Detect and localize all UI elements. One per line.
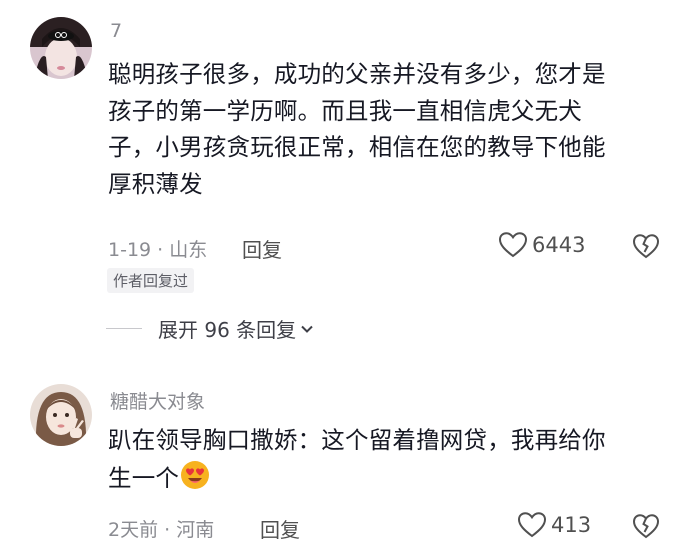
heart-icon bbox=[498, 232, 528, 258]
like-button[interactable]: 413 bbox=[517, 511, 591, 539]
comment-line: 趴在领导胸口撒娇：这个留着撸网贷，我再给你 bbox=[108, 426, 606, 454]
comment-line: 聪明孩子很多，成功的父亲并没有多少，您才是 bbox=[108, 60, 606, 88]
comment-text: 趴在领导胸口撒娇：这个留着撸网贷，我再给你 生一个 bbox=[108, 422, 668, 501]
comment-line: 子，小男孩贪玩很正常，相信在您的教导下他能 bbox=[108, 133, 606, 161]
heart-eyes-emoji bbox=[179, 459, 211, 502]
divider-line bbox=[106, 328, 142, 329]
like-button[interactable]: 6443 bbox=[498, 231, 585, 259]
comment-line: 生一个 bbox=[108, 459, 668, 502]
avatar[interactable] bbox=[30, 384, 92, 446]
dislike-button[interactable] bbox=[632, 513, 660, 544]
username[interactable]: 7 bbox=[110, 20, 122, 42]
comment-meta: 1-19 · 山东 bbox=[108, 239, 208, 261]
chevron-down-icon bbox=[301, 325, 313, 333]
comment-line-text: 生一个 bbox=[108, 463, 180, 492]
comment-line: 孩子的第一学历啊。而且我一直相信虎父无犬 bbox=[108, 96, 582, 125]
comment-line: 厚积薄发 bbox=[108, 169, 203, 198]
broken-heart-icon bbox=[632, 234, 660, 259]
expand-replies[interactable]: 展开 96 条回复 bbox=[106, 314, 315, 343]
reply-button[interactable]: 回复 bbox=[260, 514, 300, 543]
broken-heart-icon bbox=[632, 514, 660, 539]
author-replied-badge: 作者回复过 bbox=[107, 268, 195, 293]
expand-replies-label: 展开 96 条回复 bbox=[158, 318, 297, 342]
avatar-image bbox=[30, 384, 92, 446]
like-count: 413 bbox=[551, 513, 592, 537]
avatar[interactable] bbox=[30, 17, 92, 79]
reply-button[interactable]: 回复 bbox=[242, 234, 282, 263]
dislike-button[interactable] bbox=[632, 233, 660, 264]
username[interactable]: 糖醋大对象 bbox=[110, 387, 205, 414]
comment-meta: 2天前 · 河南 bbox=[108, 519, 215, 541]
comment-text: 聪明孩子很多，成功的父亲并没有多少，您才是 孩子的第一学历啊。而且我一直相信虎父… bbox=[108, 56, 668, 202]
like-count: 6443 bbox=[532, 233, 586, 257]
avatar-image bbox=[30, 17, 92, 79]
heart-icon bbox=[517, 512, 547, 538]
